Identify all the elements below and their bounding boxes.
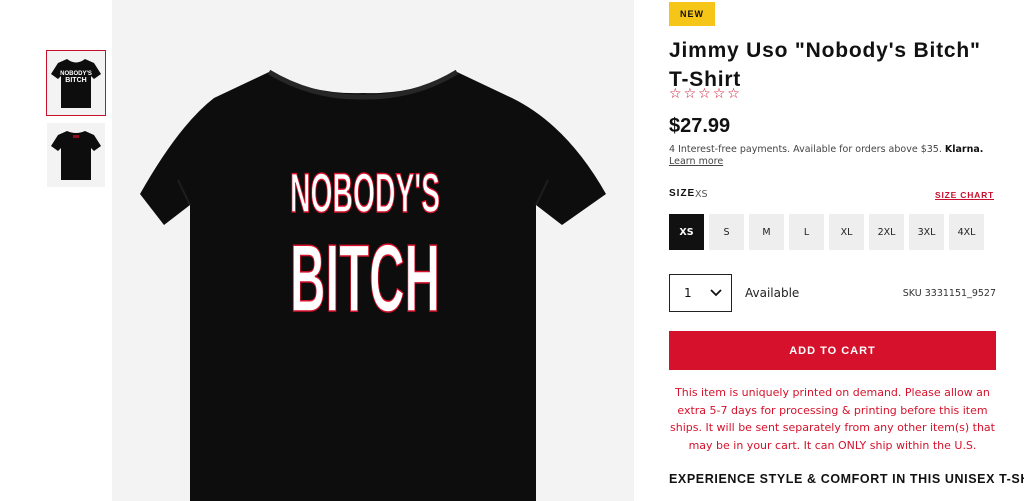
product-sku: SKU 3331151_9527 xyxy=(902,288,996,299)
thumbnail-list: NOBODY'S BITCH xyxy=(46,50,106,195)
size-options: XS S M L XL 2XL 3XL 4XL xyxy=(669,214,984,250)
print-on-demand-notice: This item is uniquely printed on demand.… xyxy=(670,386,995,452)
tshirt-front-thumbnail-image: NOBODY'S BITCH xyxy=(51,59,101,108)
product-main-image[interactable]: NOBODY'S BITCH xyxy=(112,0,634,501)
klarna-text: 4 Interest-free payments. Available for … xyxy=(669,144,942,155)
tshirt-main-image: NOBODY'S BITCH xyxy=(140,69,606,501)
thumbnail-front[interactable]: NOBODY'S BITCH xyxy=(46,50,106,116)
rating-stars[interactable]: ☆ ☆ ☆ ☆ ☆ xyxy=(669,86,740,102)
size-option-m[interactable]: M xyxy=(749,214,784,250)
klarna-message: 4 Interest-free payments. Available for … xyxy=(669,144,996,168)
star-icon[interactable]: ☆ xyxy=(698,86,711,102)
tshirt-back-thumbnail-image xyxy=(51,131,101,180)
shirt-graphic-line-2: BITCH xyxy=(290,225,440,332)
star-icon[interactable]: ☆ xyxy=(727,86,740,102)
new-badge: NEW xyxy=(669,2,715,26)
size-label: SIZE xyxy=(669,188,696,199)
availability-status: Available xyxy=(745,286,800,300)
klarna-brand: Klarna. xyxy=(944,144,984,155)
add-to-cart-button[interactable]: ADD TO CART xyxy=(669,331,996,370)
size-option-l[interactable]: L xyxy=(789,214,824,250)
size-option-3xl[interactable]: 3XL xyxy=(909,214,944,250)
selected-size-value: XS xyxy=(695,189,708,200)
quantity-value: 1 xyxy=(684,286,692,300)
description-heading: EXPERIENCE STYLE & COMFORT IN THIS UNISE… xyxy=(669,472,1024,486)
size-option-xs[interactable]: XS xyxy=(669,214,704,250)
quantity-select[interactable]: 1 xyxy=(669,274,732,312)
star-icon[interactable]: ☆ xyxy=(684,86,697,102)
chevron-down-icon xyxy=(710,289,722,297)
thumbnail-graphic-line-2: BITCH xyxy=(65,77,86,84)
size-option-s[interactable]: S xyxy=(709,214,744,250)
size-option-4xl[interactable]: 4XL xyxy=(949,214,984,250)
thumbnail-back[interactable] xyxy=(47,123,105,187)
size-option-2xl[interactable]: 2XL xyxy=(869,214,904,250)
size-option-xl[interactable]: XL xyxy=(829,214,864,250)
klarna-learn-more-link[interactable]: Learn more xyxy=(669,156,723,167)
star-icon[interactable]: ☆ xyxy=(713,86,726,102)
shirt-graphic-line-1: NOBODY'S xyxy=(290,161,440,224)
star-icon[interactable]: ☆ xyxy=(669,86,682,102)
product-price: $27.99 xyxy=(669,115,731,137)
size-chart-link[interactable]: SIZE CHART xyxy=(935,190,994,200)
